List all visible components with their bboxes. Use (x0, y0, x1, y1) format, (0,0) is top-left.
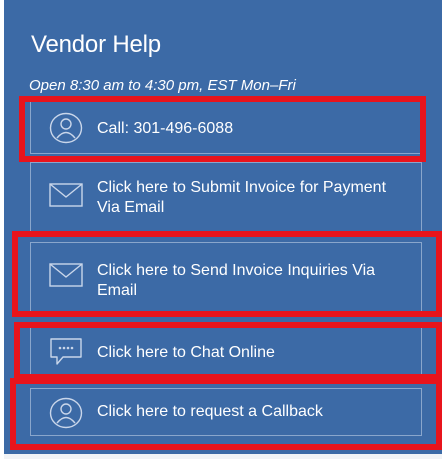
person-icon (49, 397, 83, 429)
invoice-inquiries-label: Click here to Send Invoice Inquiries Via… (97, 262, 376, 299)
request-callback-button[interactable]: Click here to request a Callback (30, 388, 422, 436)
call-label: Call: 301-496-6088 (97, 120, 234, 137)
request-callback-label: Click here to request a Callback (97, 403, 323, 420)
panel-title: Vendor Help (31, 31, 161, 58)
chat-online-label: Click here to Chat Online (97, 344, 275, 361)
office-hours: Open 8:30 am to 4:30 pm, EST Mon–Fri (29, 77, 296, 94)
envelope-icon (49, 263, 83, 287)
envelope-icon (49, 183, 83, 207)
invoice-inquiries-email-button[interactable]: Click here to Send Invoice Inquiries Via… (30, 242, 422, 314)
person-icon (49, 112, 83, 144)
panel-bottom-edge (4, 454, 442, 459)
submit-invoice-email-button[interactable]: Click here to Submit Invoice for Payment… (30, 162, 422, 234)
submit-invoice-label: Click here to Submit Invoice for Payment… (97, 179, 387, 216)
chat-bubble-icon (49, 337, 83, 367)
call-button[interactable]: Call: 301-496-6088 (30, 101, 422, 154)
chat-online-button[interactable]: Click here to Chat Online (30, 322, 422, 380)
